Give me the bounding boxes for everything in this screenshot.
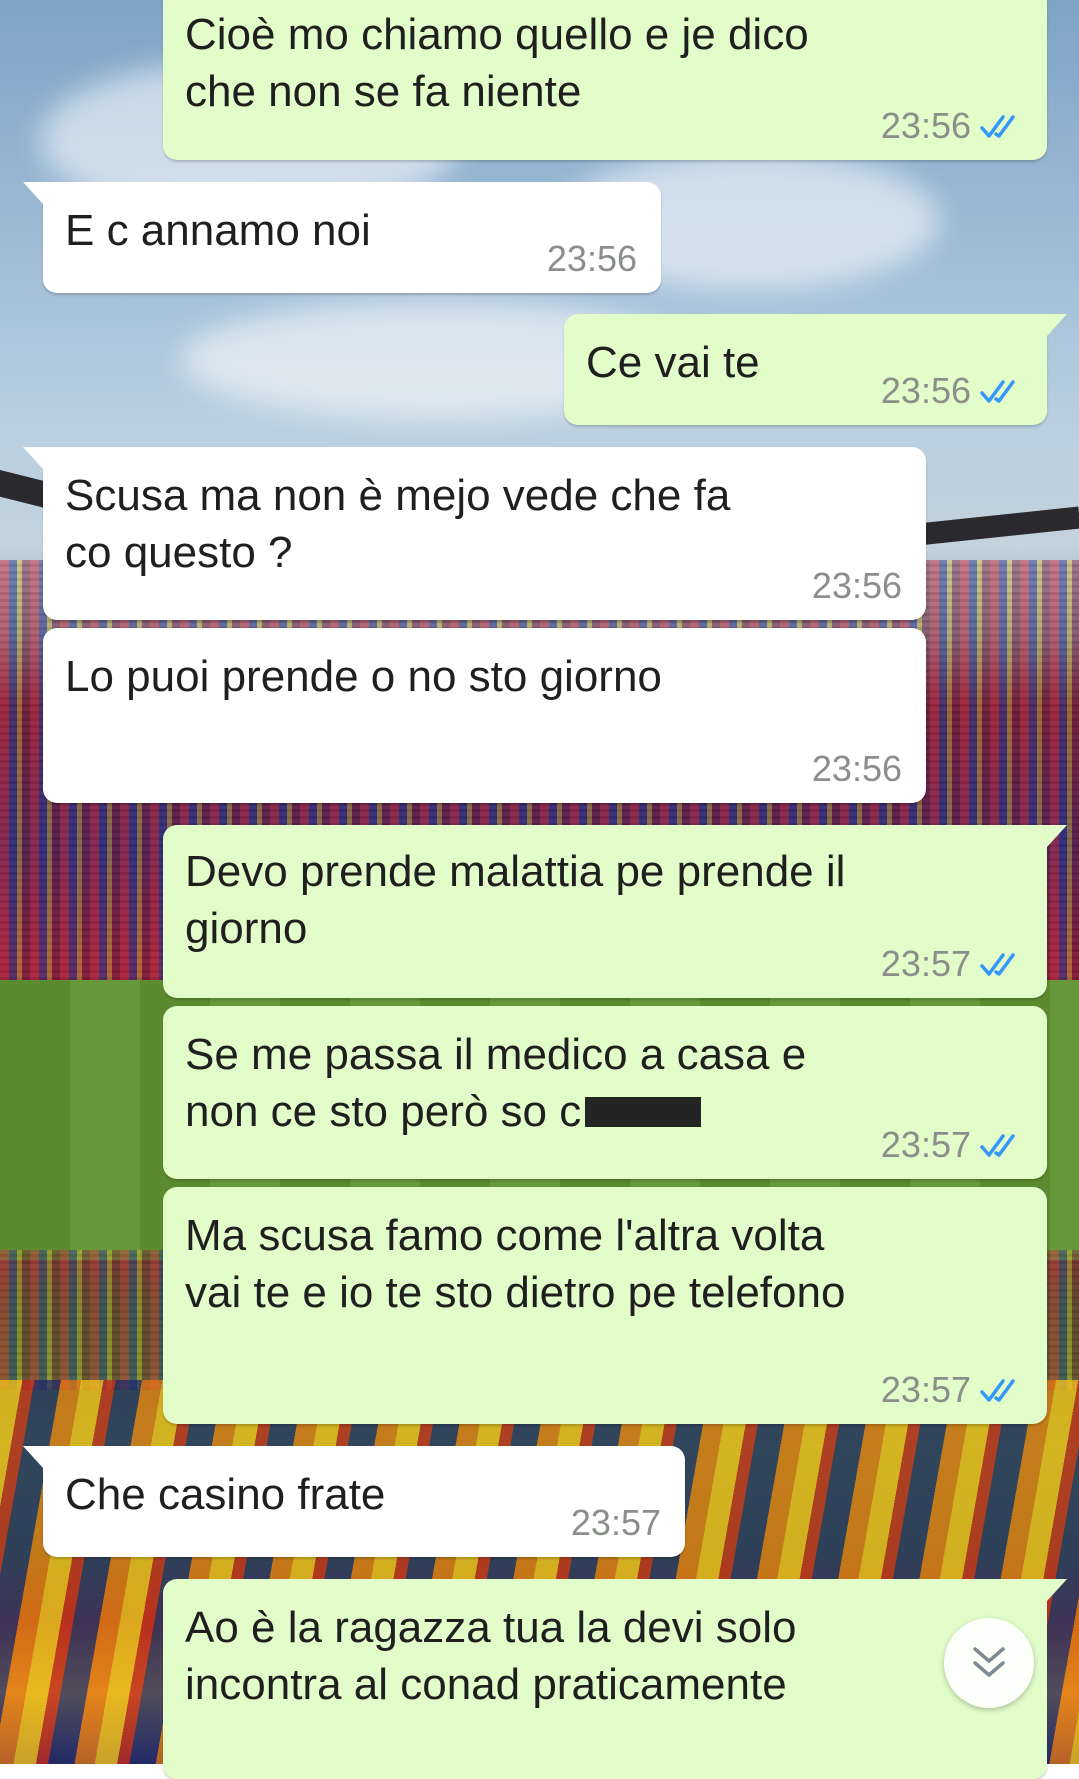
message-meta: 23:57: [881, 1370, 1023, 1410]
redaction-bar: [585, 1097, 702, 1128]
message-text: Scusa ma non è mejo vede che fa co quest…: [65, 471, 731, 577]
message-bubble-outgoing[interactable]: Ce vai te 23:56: [564, 314, 1067, 425]
message-meta: 23:56: [881, 371, 1023, 411]
message-bubble-incoming[interactable]: Scusa ma non è mejo vede che fa co quest…: [23, 447, 926, 620]
message-time: 23:56: [546, 238, 637, 279]
double-chevron-down-icon: [973, 1647, 1005, 1677]
message-text: Se me passa il medico a casa e non ce st…: [185, 1030, 807, 1136]
bubble-tail: [23, 447, 43, 469]
bubble-tail: [23, 1446, 43, 1468]
message-time: 23:57: [880, 943, 971, 984]
message-meta: 23:57: [881, 944, 1023, 984]
message-time: 23:56: [811, 748, 902, 789]
message-meta: 23:56: [881, 106, 1023, 146]
message-bubble-incoming[interactable]: E c annamo noi 23:56: [23, 182, 661, 293]
message-bubble-outgoing[interactable]: Ao è la ragazza tua la devi solo incontr…: [163, 1579, 1067, 1779]
message-bubble-incoming[interactable]: Lo puoi prende o no sto giorno 23:56: [43, 628, 926, 803]
double-check-icon: [980, 380, 1015, 403]
message-text: Ma scusa famo come l'altra volta vai te …: [185, 1211, 846, 1317]
message-text: Devo prende malattia pe prende il giorno: [185, 847, 846, 953]
scroll-to-bottom-button[interactable]: [944, 1618, 1034, 1708]
bubble-tail: [1047, 825, 1067, 847]
double-check-icon: [980, 953, 1015, 976]
double-check-icon: [980, 1379, 1015, 1402]
message-text-wrapper: Se me passa il medico a casa e non ce st…: [185, 1026, 1027, 1140]
message-meta: 23:56: [547, 239, 637, 279]
message-bubble-outgoing[interactable]: Se me passa il medico a casa e non ce st…: [163, 1006, 1047, 1179]
message-bubble-outgoing[interactable]: Ma scusa famo come l'altra volta vai te …: [163, 1187, 1047, 1424]
message-meta: 23:57: [881, 1125, 1023, 1165]
message-time: 23:57: [570, 1502, 661, 1543]
message-time: 23:56: [880, 370, 971, 411]
double-check-icon: [980, 1134, 1015, 1157]
message-time: 23:57: [880, 1124, 971, 1165]
bubble-tail: [1047, 1579, 1067, 1601]
message-text: Cioè mo chiamo quello e je dico che non …: [185, 10, 809, 116]
double-check-icon: [980, 115, 1015, 138]
message-meta: 23:57: [571, 1503, 661, 1543]
message-list[interactable]: Cioè mo chiamo quello e je dico che non …: [0, 0, 1079, 1779]
message-bubble-incoming[interactable]: Che casino frate 23:57: [23, 1446, 685, 1557]
message-text: Lo puoi prende o no sto giorno: [65, 652, 662, 701]
bubble-tail: [23, 182, 43, 204]
bubble-tail: [1047, 314, 1067, 336]
message-time: 23:56: [811, 565, 902, 606]
message-meta: 23:56: [812, 749, 902, 789]
message-time: 23:57: [880, 1369, 971, 1410]
message-bubble-outgoing[interactable]: Devo prende malattia pe prende il giorno…: [163, 825, 1067, 998]
message-meta: 23:56: [812, 566, 902, 606]
message-bubble-outgoing[interactable]: Cioè mo chiamo quello e je dico che non …: [163, 0, 1047, 160]
message-text: Ao è la ragazza tua la devi solo incontr…: [185, 1603, 797, 1709]
message-time: 23:56: [880, 105, 971, 146]
